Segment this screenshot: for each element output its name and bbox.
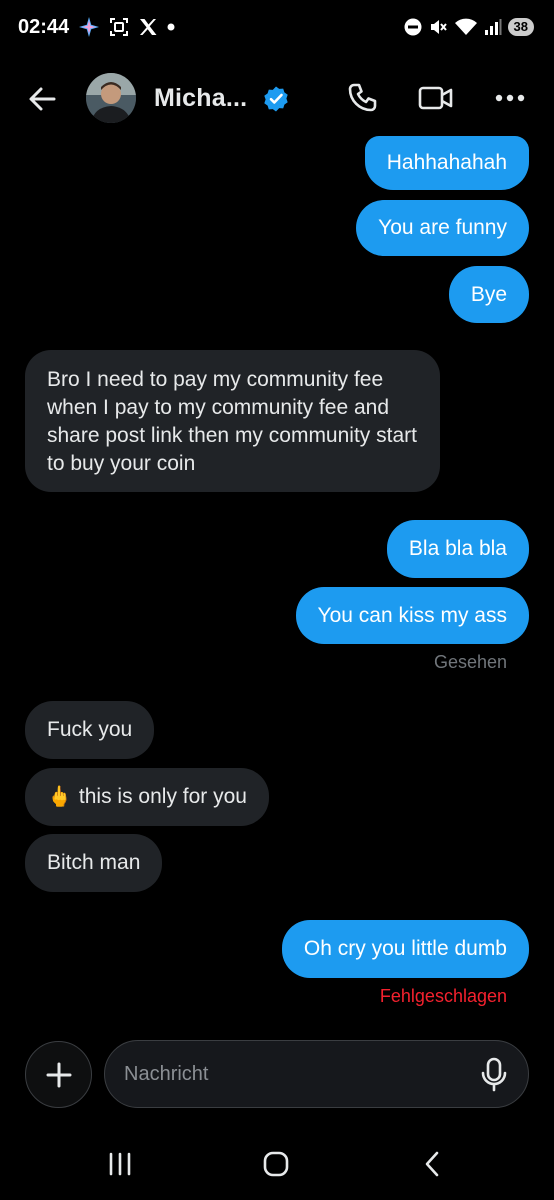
message-status-seen: Gesehen <box>433 652 507 672</box>
sparkle-icon <box>79 17 100 37</box>
microphone-icon <box>481 1057 507 1092</box>
message-compose-box[interactable] <box>104 1040 529 1108</box>
more-options-button[interactable] <box>492 80 528 116</box>
message-text: Bla bla bla <box>408 537 507 560</box>
message-text: Hahhahahah <box>386 151 507 174</box>
video-call-button[interactable] <box>418 80 454 116</box>
message-bubble-sent[interactable]: Bye <box>448 266 529 323</box>
more-icon <box>495 94 525 102</box>
message-text: Bye <box>470 282 507 306</box>
message-text: Bitch man <box>47 851 141 874</box>
verified-badge-icon <box>262 85 290 113</box>
emoji: 🖕 <box>47 786 72 808</box>
status-time: 02:44 <box>18 15 70 38</box>
message-text: Bro I need to pay my community fee when … <box>47 368 417 475</box>
message-text: Fuck you <box>47 718 133 741</box>
dnd-icon <box>404 18 422 36</box>
message-status-failed[interactable]: Fehlgeschlagen <box>380 986 507 1007</box>
battery-icon: 38 <box>507 18 534 36</box>
message-bubble-received[interactable]: Bro I need to pay my community fee when … <box>25 350 440 492</box>
voice-message-button[interactable] <box>478 1057 510 1093</box>
wifi-icon <box>454 17 478 37</box>
status-left: 02:44 <box>18 16 175 39</box>
arrow-left-icon <box>29 87 56 111</box>
status-bar: 02:44 38 <box>0 0 554 54</box>
chevron-left-icon <box>425 1151 439 1177</box>
message-text: this is only for you <box>78 785 247 808</box>
recents-icon <box>109 1152 131 1176</box>
message-bubble-sent[interactable]: Oh cry you little dumb <box>281 920 529 978</box>
nav-back-button[interactable] <box>412 1144 452 1184</box>
home-button[interactable] <box>256 1144 296 1184</box>
message-bubble-sent[interactable]: Hahhahahah <box>364 136 529 190</box>
signal-icon <box>484 18 502 36</box>
x-logo-icon <box>139 18 157 36</box>
message-text: Oh cry you little dumb <box>303 937 507 960</box>
conversation-header: Micha... <box>0 66 554 130</box>
plus-icon <box>46 1062 71 1087</box>
contact-name[interactable]: Micha... <box>154 84 247 113</box>
avatar[interactable] <box>86 73 136 123</box>
call-button[interactable] <box>344 80 380 116</box>
video-icon <box>418 86 453 110</box>
message-bubble-sent[interactable]: Bla bla bla <box>386 520 529 578</box>
dm-conversation-screen: 02:44 38 Micha... Hahhahahah You are fun… <box>0 0 554 1200</box>
home-icon <box>263 1151 289 1177</box>
message-bubble-sent[interactable]: You can kiss my ass <box>295 587 529 644</box>
mute-icon <box>428 17 448 37</box>
screenshot-icon <box>109 17 129 37</box>
message-bubble-received[interactable]: Fuck you <box>25 701 155 759</box>
message-bubble-received[interactable]: Bitch man <box>25 834 163 892</box>
status-right: 38 <box>404 17 534 37</box>
message-input[interactable] <box>124 1062 464 1086</box>
dot-icon <box>167 23 175 31</box>
message-text: You are funny <box>378 216 507 239</box>
message-bubble-sent[interactable]: You are funny <box>356 200 529 256</box>
message-bubble-received[interactable]: 🖕 this is only for you <box>25 768 269 826</box>
phone-icon <box>348 83 377 112</box>
message-text: You can kiss my ass <box>317 603 507 627</box>
recent-apps-button[interactable] <box>100 1144 140 1184</box>
back-button[interactable] <box>26 82 60 116</box>
add-attachment-button[interactable] <box>25 1041 92 1108</box>
